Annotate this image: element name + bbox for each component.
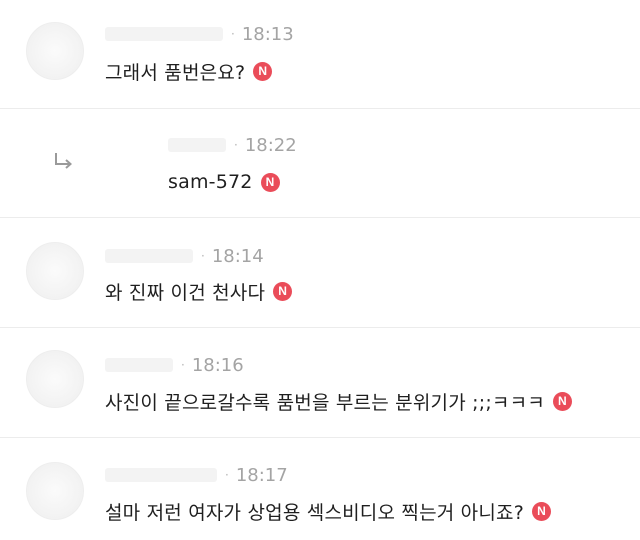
comment-item: · 18:16 사진이 끝으로갈수록 품번을 부르는 분위기가 ;;;ㅋㅋㅋ N: [0, 328, 640, 438]
separator-dot: ·: [201, 249, 205, 263]
comment-body: 사진이 끝으로갈수록 품번을 부르는 분위기가 ;;;ㅋㅋㅋ N: [105, 387, 572, 415]
comment-meta: · 18:13: [105, 22, 294, 46]
comment-meta: · 18:17: [105, 463, 288, 487]
new-badge-icon: N: [552, 391, 572, 411]
comment-item: · 18:13 그래서 품번은요? N: [0, 0, 640, 109]
nickname-blurred[interactable]: [105, 468, 217, 482]
comment-body: sam-572 N: [168, 168, 280, 196]
comment-meta: · 18:16: [105, 353, 244, 377]
separator-dot: ·: [231, 27, 235, 41]
comment-time: 18:13: [241, 23, 294, 45]
comment-text: 와 진짜 이건 천사다: [105, 281, 266, 304]
comment-body: 설마 저런 여자가 상업용 섹스비디오 찍는거 아니죠? N: [105, 497, 552, 525]
comment-item: · 18:14 와 진짜 이건 천사다 N: [0, 218, 640, 328]
nickname-blurred[interactable]: [105, 27, 223, 41]
separator-dot: ·: [181, 358, 185, 372]
new-badge-icon: N: [273, 281, 293, 301]
nickname-blurred[interactable]: [105, 358, 173, 372]
avatar[interactable]: [26, 462, 84, 520]
comment-thread: · 18:13 그래서 품번은요? N · 18:22 sam-572 N · …: [0, 0, 640, 540]
separator-dot: ·: [234, 138, 238, 152]
comment-text: sam-572: [168, 171, 253, 193]
comment-text: 사진이 끝으로갈수록 품번을 부르는 분위기가 ;;;ㅋㅋㅋ: [105, 391, 545, 414]
comment-time: 18:16: [191, 354, 244, 376]
comment-text: 그래서 품번은요?: [105, 61, 246, 84]
comment-time: 18:22: [244, 134, 297, 156]
avatar[interactable]: [26, 22, 84, 80]
new-badge-icon: N: [532, 501, 552, 521]
new-badge-icon: N: [253, 61, 273, 81]
comment-time: 18:14: [211, 245, 264, 267]
new-badge-icon: N: [260, 172, 280, 192]
comment-meta: · 18:22: [168, 133, 297, 157]
comment-reply-item: · 18:22 sam-572 N: [0, 109, 640, 218]
comment-time: 18:17: [235, 464, 288, 486]
comment-item: · 18:17 설마 저런 여자가 상업용 섹스비디오 찍는거 아니죠? N: [0, 438, 640, 540]
avatar[interactable]: [26, 350, 84, 408]
separator-dot: ·: [225, 468, 229, 482]
reply-arrow-icon: [55, 153, 73, 169]
avatar[interactable]: [26, 242, 84, 300]
comment-meta: · 18:14: [105, 244, 264, 268]
nickname-blurred[interactable]: [168, 138, 226, 152]
comment-text: 설마 저런 여자가 상업용 섹스비디오 찍는거 아니죠?: [105, 501, 525, 524]
comment-body: 와 진짜 이건 천사다 N: [105, 277, 293, 305]
nickname-blurred[interactable]: [105, 249, 193, 263]
comment-body: 그래서 품번은요? N: [105, 57, 273, 85]
